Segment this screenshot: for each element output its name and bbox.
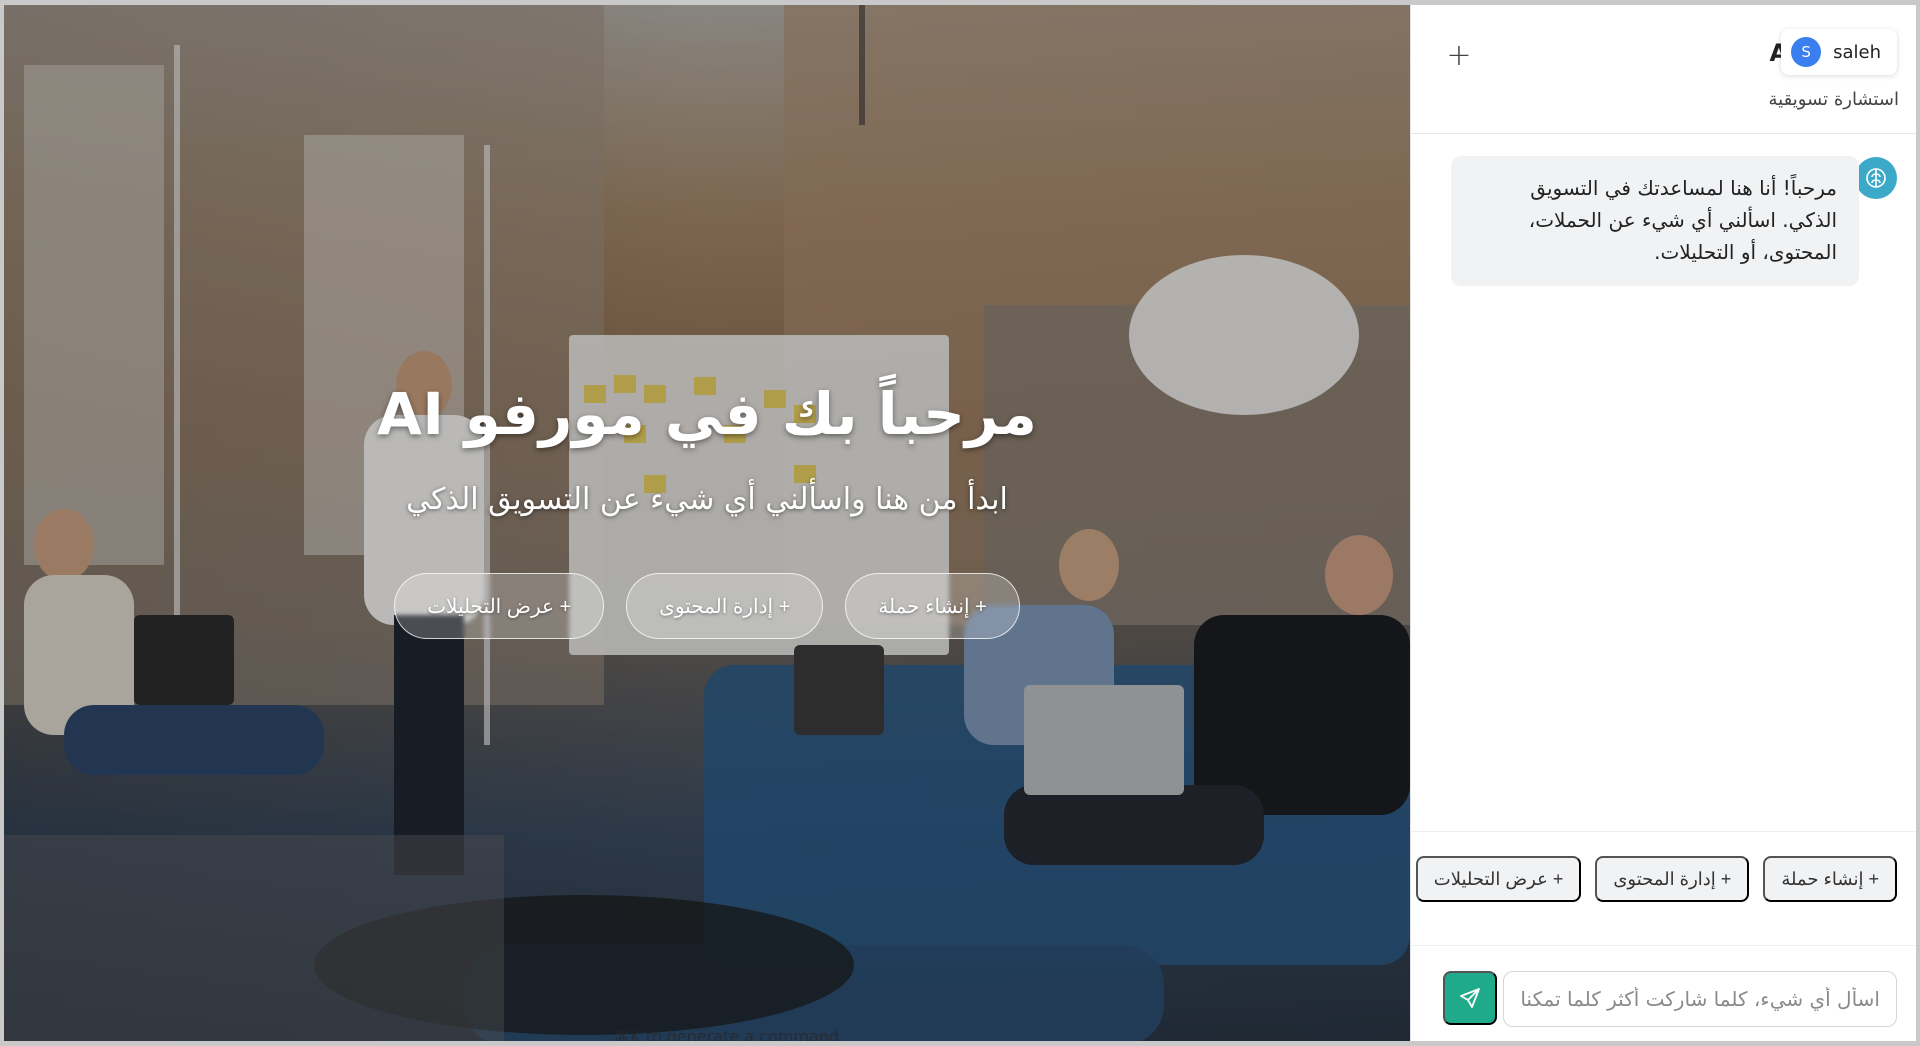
- composer: [1411, 947, 1916, 1041]
- hero-title: مرحباً بك في مورفو AI: [377, 380, 1037, 448]
- quick-create-campaign-button[interactable]: + إنشاء حملة: [1763, 856, 1897, 902]
- avatar: S: [1791, 37, 1822, 67]
- message-list: مرحباً! أنا هنا لمساعدتك في التسويق الذك…: [1411, 135, 1916, 830]
- hero-subtitle: ابدأ من هنا واسألني أي شيء عن التسويق ال…: [406, 482, 1008, 517]
- send-button[interactable]: [1443, 971, 1497, 1025]
- quick-actions: + إنشاء حملة + إدارة المحتوى + عرض التحل…: [1411, 831, 1916, 946]
- hero-content: مرحباً بك في مورفو AI ابدأ من هنا واسألن…: [4, 380, 1410, 639]
- app-window: مرحباً بك في مورفو AI ابدأ من هنا واسألن…: [4, 5, 1916, 1041]
- new-chat-button[interactable]: +: [1439, 35, 1479, 75]
- chat-panel: + AI S saleh استشارة تسويقية مرحباً! أنا…: [1410, 5, 1916, 1041]
- hero-manage-content-button[interactable]: + إدارة المحتوى: [626, 573, 824, 639]
- quick-view-analytics-button[interactable]: + عرض التحليلات: [1415, 856, 1582, 902]
- hero-actions: + إنشاء حملة + إدارة المحتوى + عرض التحل…: [394, 573, 1020, 639]
- chat-header: + AI S saleh استشارة تسويقية: [1411, 5, 1916, 134]
- command-hint: ⌘K to generate a command: [614, 1027, 840, 1041]
- chat-subtitle: استشارة تسويقية: [1768, 89, 1899, 110]
- brain-icon: [1855, 157, 1897, 199]
- plus-icon: +: [1446, 37, 1472, 73]
- hero-view-analytics-button[interactable]: + عرض التحليلات: [394, 573, 605, 639]
- assistant-message: مرحباً! أنا هنا لمساعدتك في التسويق الذك…: [1451, 156, 1859, 286]
- hero-create-campaign-button[interactable]: + إنشاء حملة: [845, 573, 1020, 639]
- user-menu[interactable]: S saleh: [1781, 29, 1897, 75]
- user-name: saleh: [1833, 41, 1881, 63]
- chat-input[interactable]: [1503, 971, 1897, 1027]
- hero-section: مرحباً بك في مورفو AI ابدأ من هنا واسألن…: [4, 5, 1410, 1041]
- quick-manage-content-button[interactable]: + إدارة المحتوى: [1595, 856, 1750, 902]
- send-icon: [1460, 988, 1480, 1008]
